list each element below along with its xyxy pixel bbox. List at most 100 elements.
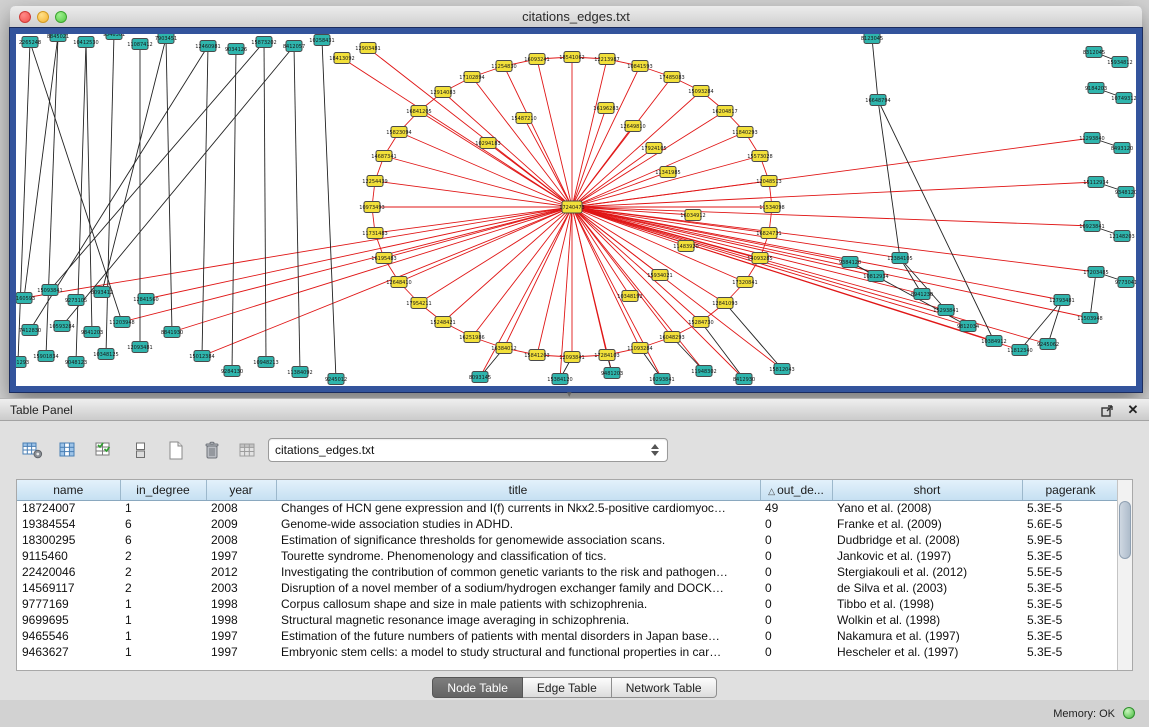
graph-node[interactable]: 15384120 [547,374,572,385]
graph-node[interactable]: 16195483 [371,253,396,264]
graph-node[interactable]: 15248421 [430,317,455,328]
table-row[interactable]: 977716911998Corpus callosum shape and si… [17,596,1119,612]
graph-node[interactable]: 17485083 [659,72,684,83]
table-row[interactable]: 911546021997Tourette syndrome. Phenomeno… [17,548,1119,564]
graph-node[interactable]: 9273105 [65,295,87,306]
column-header-pagerank[interactable]: pagerank [1022,480,1119,500]
graph-node[interactable]: 11948302 [691,366,716,377]
column-header-short[interactable]: short [832,480,1022,500]
graph-node[interactable]: 11534098 [759,202,784,213]
graph-node[interactable]: 12093841 [559,352,584,363]
graph-node[interactable]: 10258431 [309,35,334,46]
network-selector-dropdown[interactable]: citations_edges.txt [268,438,668,462]
graph-node[interactable]: 8501293 [16,357,29,368]
graph-node[interactable]: 10384912 [981,336,1006,347]
graph-node[interactable]: 11731483 [362,228,387,239]
graph-node[interactable]: 12841093 [712,298,737,309]
graph-node[interactable]: 12793481 [1049,295,1074,306]
graph-node[interactable]: 15573028 [747,151,772,162]
table-row[interactable]: 1938455462009Genome-wide association stu… [17,516,1119,532]
table-row[interactable]: 1456911722003Disruption of a novel membe… [17,580,1119,596]
graph-node[interactable]: 11093284 [627,343,652,354]
graph-node[interactable]: 8093412 [91,287,113,298]
graph-node[interactable]: 11384092 [287,367,312,378]
tab-network-table[interactable]: Network Table [612,677,717,698]
table-row[interactable]: 946554611997Estimation of the future num… [17,628,1119,644]
graph-node[interactable]: 15112934 [1083,177,1108,188]
network-canvas[interactable]: 2265248884502110412530954630111087412790… [16,34,1136,386]
graph-node[interactable]: 11293840 [1079,133,1104,144]
graph-node[interactable]: 11254830 [491,61,516,72]
graph-node[interactable]: 17924105 [641,143,666,154]
graph-node[interactable]: 12213987 [594,54,619,65]
graph-node[interactable]: 16648794 [865,95,890,106]
graph-node[interactable]: 8845021 [47,34,69,42]
graph-node[interactable]: 9348120 [1115,187,1136,198]
graph-node[interactable]: 10749312 [1111,93,1136,104]
graph-node[interactable]: 10412530 [73,37,98,48]
close-panel-icon[interactable]: ✕ [1125,402,1141,418]
graph-node[interactable]: 15934021 [647,270,672,281]
graph-node[interactable]: 15284730 [688,317,713,328]
graph-node[interactable]: 9245012 [325,374,347,385]
graph-node[interactable]: 16824731 [756,228,781,239]
graph-node[interactable]: 12460981 [195,41,220,52]
graph-node[interactable]: 2265248 [19,37,41,48]
column-header-in_degree[interactable]: in_degree [120,480,206,500]
rows-icon[interactable] [126,437,154,463]
table-scrollbar[interactable] [1117,480,1132,670]
tab-edge-table[interactable]: Edge Table [523,677,612,698]
graph-node[interactable]: 7412830 [19,325,41,336]
graph-node[interactable]: 12148203 [1109,231,1134,242]
graph-node[interactable]: 15812043 [769,364,794,375]
graph-node[interactable]: 11503948 [1077,313,1102,324]
graph-node[interactable]: 2160593 [16,293,35,304]
graph-node[interactable]: 11840293 [732,127,757,138]
graph-node[interactable]: 17954211 [406,298,431,309]
graph-node[interactable]: 9284130 [221,366,243,377]
graph-node[interactable]: 15841203 [524,350,549,361]
graph-node[interactable]: 8093145 [469,372,491,383]
table-row[interactable]: 2242004622012Investigating the contribut… [17,564,1119,580]
graph-node[interactable]: 15293841 [933,305,958,316]
graph-node[interactable]: 15873202 [251,37,276,48]
graph-node[interactable]: 8412930 [733,374,755,385]
graph-node[interactable]: 12649810 [620,121,645,132]
graph-node[interactable]: 14093285 [747,253,772,264]
scrollbar-thumb[interactable] [1119,501,1131,559]
graph-node[interactable]: 10948213 [253,357,278,368]
graph-node[interactable]: 9034126 [225,44,247,55]
graph-node[interactable]: 12914083 [430,87,455,98]
graph-node[interactable]: 18413092 [329,53,354,64]
graph-node[interactable]: 10294183 [475,138,500,149]
graph-node[interactable]: 17284103 [594,350,619,361]
graph-node[interactable]: 11812340 [1007,345,1032,356]
graph-node[interactable]: 11203948 [109,317,134,328]
graph-node[interactable]: 12048513 [756,176,781,187]
graph-node[interactable]: 14687341 [371,151,396,162]
graph-node[interactable]: 10593284 [49,321,74,332]
graph-node[interactable]: 9812034 [957,321,979,332]
graph-node[interactable]: 7903451 [155,34,177,44]
graph-node[interactable]: 12093481 [127,342,152,353]
graph-node[interactable]: 9184203 [1085,83,1107,94]
graph-node[interactable]: 17102894 [459,72,484,83]
graph-node[interactable]: 15901834 [33,351,58,362]
table-row[interactable]: 969969511998Structural magnetic resonanc… [17,612,1119,628]
graph-node[interactable]: 10812934 [863,271,888,282]
graph-node[interactable]: 10348125 [93,349,118,360]
graph-node[interactable]: 10348192 [617,291,642,302]
graph-node[interactable]: 8412057 [283,41,305,52]
graph-node[interactable]: 8493120 [1111,143,1133,154]
table-row[interactable]: 1830029562008Estimation of significance … [17,532,1119,548]
column-header-out_de[interactable]: △out_de... [760,480,832,500]
graph-node[interactable]: 12254439 [362,176,387,187]
graph-node[interactable]: 9481203 [601,368,623,379]
graph-node[interactable]: 17240473 [559,201,584,213]
column-header-name[interactable]: name [17,480,120,500]
window-titlebar[interactable]: citations_edges.txt [10,6,1142,28]
graph-node[interactable]: 8941230 [911,289,933,300]
graph-node[interactable]: 9384120 [839,257,861,268]
graph-node[interactable]: 9773041 [1115,277,1136,288]
graph-node[interactable]: 15823094 [386,127,411,138]
